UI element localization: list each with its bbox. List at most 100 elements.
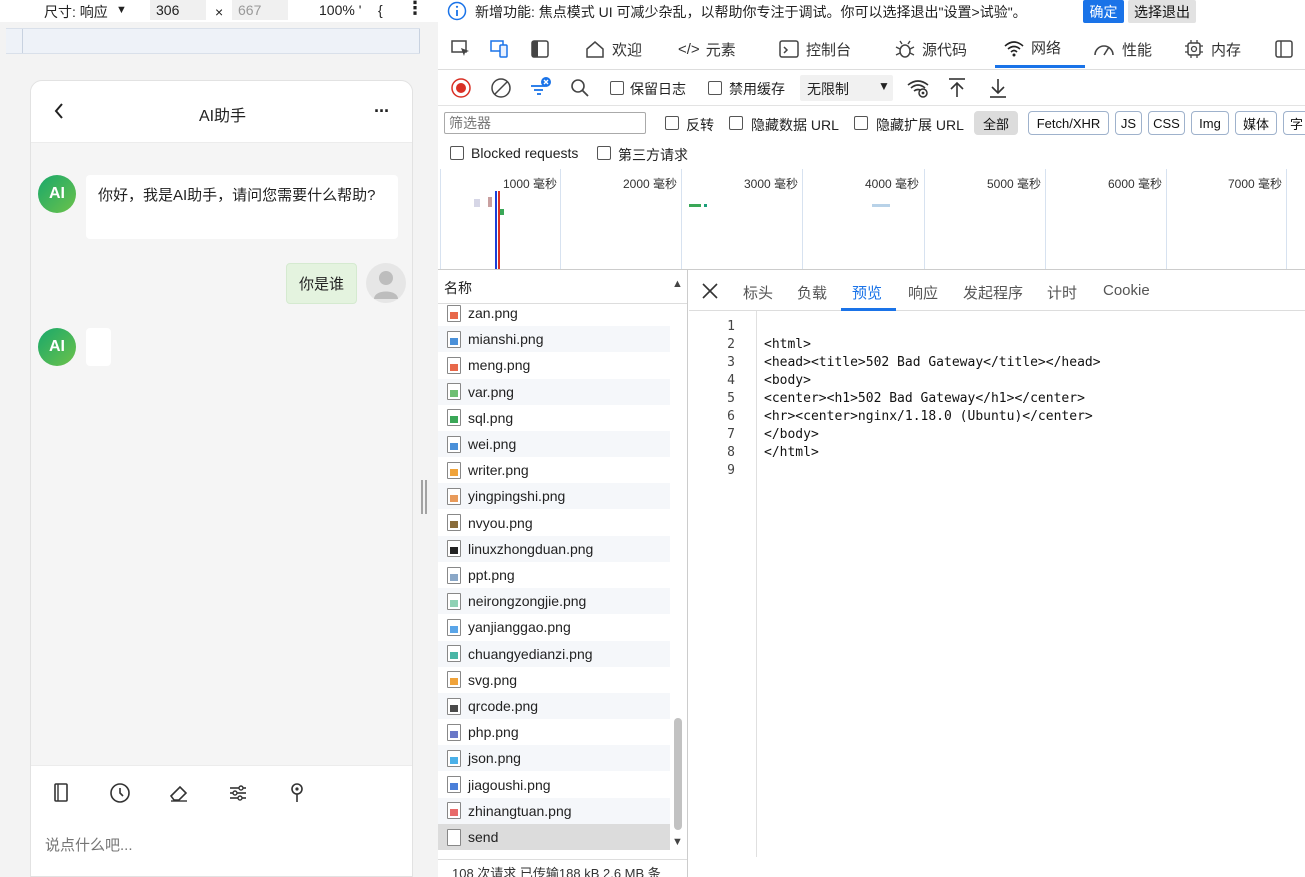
- application-icon: [1275, 40, 1293, 58]
- image-file-icon: [447, 330, 461, 348]
- line-number: 4: [727, 373, 735, 388]
- eraser-icon[interactable]: [168, 782, 190, 804]
- request-row[interactable]: linuxzhongduan.png: [438, 535, 670, 562]
- tab-sources[interactable]: 源代码: [894, 30, 967, 68]
- hide-ext-url-checkbox[interactable]: [854, 116, 868, 130]
- location-pin-icon[interactable]: [287, 781, 307, 805]
- filter-input[interactable]: [444, 112, 646, 134]
- throttling-select[interactable]: 无限制 ▼: [800, 75, 893, 101]
- request-row[interactable]: mianshi.png: [438, 326, 670, 353]
- throttling-value: 无限制: [807, 81, 849, 97]
- more-options-icon[interactable]: ···: [374, 101, 390, 122]
- settings-sliders-icon[interactable]: [227, 782, 249, 804]
- request-row[interactable]: neirongzongjie.png: [438, 588, 670, 615]
- scroll-down-icon[interactable]: ▼: [672, 836, 683, 848]
- dock-side-icon[interactable]: [530, 30, 550, 68]
- pane-resize-handle[interactable]: [420, 478, 428, 516]
- tab-welcome[interactable]: 欢迎: [584, 30, 642, 68]
- export-har-icon[interactable]: [987, 76, 1009, 100]
- request-row[interactable]: zhinangtuan.png: [438, 797, 670, 824]
- tab-cookies[interactable]: Cookie: [1103, 282, 1150, 299]
- request-row[interactable]: php.png: [438, 719, 670, 745]
- list-scrollbar-thumb[interactable]: [674, 718, 682, 830]
- notebook-icon[interactable]: [51, 782, 71, 804]
- clear-icon[interactable]: [490, 77, 512, 99]
- tab-elements[interactable]: </> 元素: [678, 30, 736, 68]
- name-column-header[interactable]: 名称: [444, 278, 472, 298]
- request-name: yingpingshi.png: [468, 488, 566, 505]
- blocked-requests-checkbox[interactable]: [450, 146, 464, 160]
- type-filter-css[interactable]: CSS: [1148, 111, 1185, 135]
- zoom-dropdown[interactable]: 100% ': [319, 2, 361, 18]
- more-icon[interactable]: ⋮: [406, 0, 424, 19]
- tab-initiator[interactable]: 发起程序: [963, 282, 1023, 303]
- request-row[interactable]: yanjianggao.png: [438, 614, 670, 640]
- type-filter-fetch-xhr[interactable]: Fetch/XHR: [1028, 111, 1109, 135]
- request-row[interactable]: send: [438, 824, 670, 850]
- record-stop-icon[interactable]: [450, 77, 472, 99]
- tab-timing[interactable]: 计时: [1047, 282, 1077, 303]
- preserve-log-checkbox[interactable]: [610, 81, 624, 95]
- banner-optout-button[interactable]: 选择退出: [1128, 0, 1196, 23]
- bug-icon: [895, 40, 915, 58]
- type-filter-all[interactable]: 全部: [974, 111, 1018, 135]
- request-row[interactable]: wei.png: [438, 431, 670, 457]
- type-filter-js[interactable]: JS: [1115, 111, 1142, 135]
- sort-up-icon[interactable]: ▲: [672, 278, 683, 290]
- image-file-icon: [447, 697, 461, 715]
- close-icon[interactable]: [701, 282, 719, 300]
- tab-headers[interactable]: 标头: [743, 282, 773, 303]
- hide-data-url-checkbox[interactable]: [729, 116, 743, 130]
- image-file-icon: [447, 487, 461, 505]
- inspect-element-icon[interactable]: [450, 30, 472, 68]
- tab-response[interactable]: 响应: [908, 282, 938, 303]
- invert-label: 反转: [686, 117, 714, 133]
- request-row[interactable]: writer.png: [438, 457, 670, 483]
- type-filter-media[interactable]: 媒体: [1235, 111, 1277, 135]
- banner-confirm-button[interactable]: 确定: [1083, 0, 1124, 23]
- chat-input[interactable]: [45, 832, 345, 858]
- filter-toggle-icon[interactable]: [528, 76, 552, 100]
- timeline-tick: 5000 毫秒: [924, 169, 1045, 269]
- request-row[interactable]: json.png: [438, 745, 670, 772]
- request-row[interactable]: qrcode.png: [438, 693, 670, 719]
- invert-checkbox[interactable]: [665, 116, 679, 130]
- third-party-checkbox[interactable]: [597, 146, 611, 160]
- request-row[interactable]: yingpingshi.png: [438, 483, 670, 510]
- tab-memory[interactable]: 内存: [1183, 30, 1241, 68]
- device-toggle-icon[interactable]: [488, 30, 512, 68]
- dom-content-loaded-marker: [495, 191, 497, 269]
- request-row[interactable]: var.png: [438, 378, 670, 405]
- tab-preview[interactable]: 预览: [841, 282, 896, 311]
- device-height-input[interactable]: [232, 0, 288, 20]
- dimensions-dropdown[interactable]: 尺寸: 响应: [44, 2, 108, 22]
- image-file-icon: [447, 461, 461, 479]
- search-icon[interactable]: [570, 78, 590, 98]
- import-har-icon[interactable]: [946, 76, 968, 100]
- type-filter-img[interactable]: Img: [1191, 111, 1229, 135]
- request-row[interactable]: svg.png: [438, 667, 670, 693]
- document-icon: [447, 828, 461, 846]
- device-width-input[interactable]: [150, 0, 206, 20]
- network-overview-timeline[interactable]: 1000 毫秒 2000 毫秒 3000 毫秒 4000 毫秒 5000 毫秒 …: [438, 169, 1305, 270]
- request-row[interactable]: jiagoushi.png: [438, 772, 670, 798]
- request-row[interactable]: meng.png: [438, 352, 670, 378]
- disable-cache-checkbox[interactable]: [708, 81, 722, 95]
- tab-application[interactable]: [1273, 30, 1295, 68]
- type-filter-font[interactable]: 字: [1283, 111, 1305, 135]
- history-icon[interactable]: [109, 782, 131, 804]
- tab-performance[interactable]: 性能: [1092, 30, 1152, 68]
- hide-ext-url-label: 隐藏扩展 URL: [876, 117, 964, 133]
- tab-console[interactable]: 控制台: [778, 30, 851, 68]
- request-row[interactable]: sql.png: [438, 405, 670, 431]
- request-row[interactable]: nvyou.png: [438, 510, 670, 536]
- request-row[interactable]: chuangyedianzi.png: [438, 640, 670, 667]
- chevron-down-icon[interactable]: ▼: [116, 4, 127, 16]
- network-conditions-icon[interactable]: [906, 76, 930, 100]
- line-number: 1: [727, 319, 735, 334]
- request-row[interactable]: ppt.png: [438, 562, 670, 588]
- tab-network[interactable]: 网络: [995, 30, 1085, 68]
- timeline-tick: 6000 毫秒: [1045, 169, 1166, 269]
- tab-payload[interactable]: 负载: [797, 282, 827, 303]
- request-row[interactable]: zan.png: [438, 300, 670, 326]
